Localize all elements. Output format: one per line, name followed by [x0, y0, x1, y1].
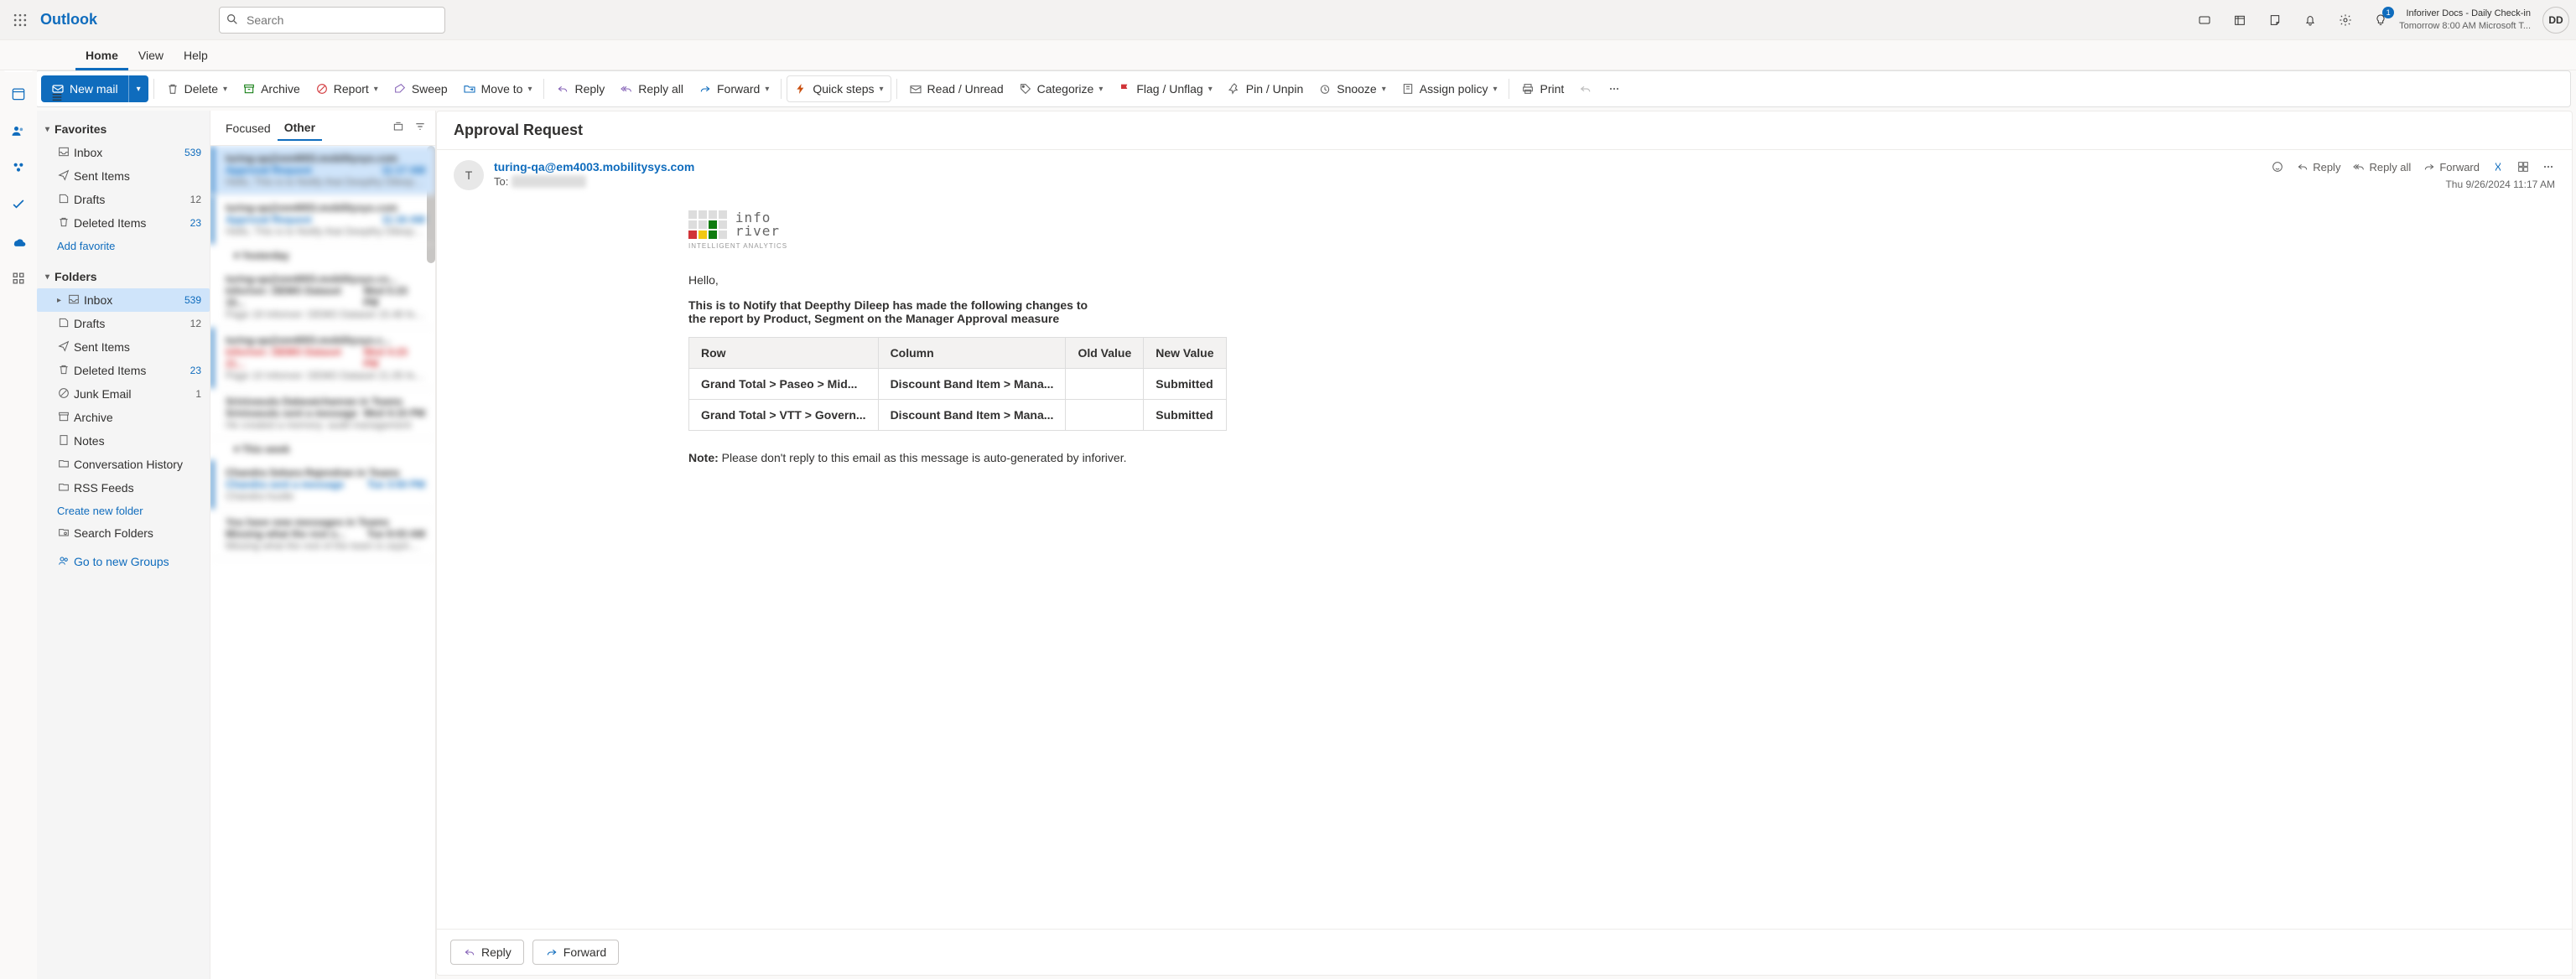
- tab-view[interactable]: View: [128, 40, 174, 70]
- reader-reply-all-button[interactable]: Reply all: [2352, 160, 2411, 174]
- msglist-item[interactable]: Chandra Sekara Rajendran in Teams Chandr…: [210, 460, 435, 510]
- sweep-button[interactable]: Sweep: [387, 75, 454, 102]
- rail-onedrive-icon[interactable]: [3, 226, 34, 256]
- msglist-item[interactable]: turing-qa@em4003.mobilitysys.com Approva…: [210, 195, 435, 245]
- tips-icon[interactable]: 1: [2364, 3, 2397, 37]
- nav-fav-deleted[interactable]: Deleted Items23: [37, 211, 210, 235]
- reader-forward-button[interactable]: Forward: [2423, 160, 2480, 174]
- nav-folder-notes[interactable]: Notes: [37, 429, 210, 453]
- quick-steps-button[interactable]: Quick steps▾: [787, 75, 891, 102]
- msglist-select-icon[interactable]: [392, 120, 405, 136]
- settings-icon[interactable]: [2329, 3, 2362, 37]
- teams-call-icon[interactable]: [2188, 3, 2221, 37]
- search-icon: [226, 13, 239, 28]
- nav-folder-sent[interactable]: Sent Items: [37, 335, 210, 359]
- reader-reply-button[interactable]: Reply: [2296, 160, 2340, 174]
- reader-subject: Approval Request: [437, 111, 2572, 150]
- nav-folder-junk[interactable]: Junk Email1: [37, 382, 210, 406]
- nav-folder-archive[interactable]: Archive: [37, 406, 210, 429]
- archive-button[interactable]: Archive: [236, 75, 307, 102]
- footer-forward-button[interactable]: Forward: [532, 940, 619, 965]
- notifications-icon[interactable]: [2293, 3, 2327, 37]
- move-to-button[interactable]: Move to▾: [456, 75, 539, 102]
- delete-button[interactable]: Delete▾: [159, 75, 235, 102]
- account-avatar[interactable]: DD: [2542, 7, 2569, 34]
- rail-groups-icon[interactable]: [3, 153, 34, 183]
- table-row: Grand Total > VTT > Govern... Discount B…: [689, 400, 1227, 431]
- calendar-day-icon[interactable]: [2223, 3, 2257, 37]
- body-greeting: Hello,: [688, 273, 2555, 287]
- footer-reply-button[interactable]: Reply: [450, 940, 524, 965]
- nav-search-folders[interactable]: Search Folders: [37, 521, 210, 545]
- nav-fav-drafts[interactable]: Drafts12: [37, 188, 210, 211]
- reply-all-button[interactable]: Reply all: [613, 75, 690, 102]
- ribbon-more-icon[interactable]: [1601, 75, 1628, 102]
- msglist-item[interactable]: Srinivasulu Dalavaichanran in Teams Srin…: [210, 389, 435, 438]
- msglist-focused-tab[interactable]: Focused: [219, 117, 278, 140]
- quick-note-icon[interactable]: [2258, 3, 2292, 37]
- body-notify: This is to Notify that Deepthy Dileep ha…: [688, 298, 1099, 325]
- nav-folder-drafts[interactable]: Drafts12: [37, 312, 210, 335]
- reader-body: inforiver INTELLIGENT ANALYTICS Hello, T…: [437, 190, 2572, 929]
- changes-table: Row Column Old Value New Value Grand Tot…: [688, 337, 1227, 431]
- nav-favorites-header[interactable]: ▾Favorites: [37, 117, 210, 141]
- reader-more-icon[interactable]: [2542, 160, 2555, 174]
- table-row: Grand Total > Paseo > Mid... Discount Ba…: [689, 369, 1227, 400]
- inforiver-logo: inforiver INTELLIGENT ANALYTICS: [688, 210, 2555, 250]
- nav-folder-deleted[interactable]: Deleted Items23: [37, 359, 210, 382]
- msglist-group-header[interactable]: ▾ This week: [210, 438, 435, 460]
- react-icon[interactable]: [2271, 160, 2284, 174]
- msglist-item[interactable]: You have new messages in Teams Missing w…: [210, 510, 435, 559]
- nav-create-folder[interactable]: Create new folder: [37, 500, 210, 521]
- undo-button[interactable]: [1572, 75, 1599, 102]
- search-input[interactable]: [219, 7, 445, 34]
- msglist-item[interactable]: turing-qa@em4003.mobilitysys.co... Infor…: [210, 267, 435, 328]
- tab-help[interactable]: Help: [174, 40, 218, 70]
- nav-fav-inbox[interactable]: Inbox539: [37, 141, 210, 164]
- nav-fav-sent[interactable]: Sent Items: [37, 164, 210, 188]
- tips-badge: 1: [2382, 7, 2394, 18]
- nav-folder-rss[interactable]: RSS Feeds: [37, 476, 210, 500]
- nav-groups-link[interactable]: Go to new Groups: [37, 550, 210, 573]
- brand-label: Outlook: [40, 11, 97, 28]
- copilot-icon[interactable]: [2491, 160, 2505, 174]
- msglist-group-header[interactable]: ▾ Yesterday: [210, 245, 435, 267]
- assign-policy-button[interactable]: Assign policy▾: [1394, 75, 1504, 102]
- tab-home[interactable]: Home: [75, 40, 128, 70]
- reply-button[interactable]: Reply: [549, 75, 611, 102]
- rail-more-apps-icon[interactable]: [3, 263, 34, 293]
- apps-icon[interactable]: [2516, 160, 2530, 174]
- app-launcher-icon[interactable]: [7, 7, 34, 34]
- nav-add-favorite[interactable]: Add favorite: [37, 235, 210, 256]
- body-note: Note: Please don't reply to this email a…: [688, 451, 2555, 464]
- nav-folder-conversation-history[interactable]: Conversation History: [37, 453, 210, 476]
- to-line: To: Deepthy Dileep: [494, 175, 2261, 188]
- categorize-button[interactable]: Categorize▾: [1012, 75, 1110, 102]
- read-unread-button[interactable]: Read / Unread: [902, 75, 1010, 102]
- report-button[interactable]: Report▾: [309, 75, 385, 102]
- msglist-other-tab[interactable]: Other: [278, 116, 322, 141]
- sender-avatar[interactable]: T: [454, 160, 484, 190]
- print-button[interactable]: Print: [1514, 75, 1571, 102]
- nav-folder-inbox[interactable]: ▸Inbox539: [37, 288, 210, 312]
- flag-button[interactable]: Flag / Unflag▾: [1111, 75, 1218, 102]
- rail-todo-icon[interactable]: [3, 189, 34, 220]
- hamburger-icon[interactable]: [44, 87, 70, 107]
- next-meeting-chip[interactable]: Inforiver Docs - Daily Check-in Tomorrow…: [2399, 8, 2531, 32]
- reader-date: Thu 9/26/2024 11:17 AM: [2271, 179, 2555, 190]
- msglist-item: turing-qa@em4003.mobilitysys.com Approva…: [210, 146, 435, 195]
- pin-button[interactable]: Pin / Unpin: [1221, 75, 1310, 102]
- sender-email[interactable]: turing-qa@em4003.mobilitysys.com: [494, 160, 2261, 174]
- msglist-filter-icon[interactable]: [413, 120, 427, 136]
- snooze-button[interactable]: Snooze▾: [1311, 75, 1393, 102]
- rail-calendar-icon[interactable]: [3, 79, 34, 109]
- msglist-item[interactable]: turing-qa@em4003.mobilitysys.c... Infori…: [210, 328, 435, 389]
- forward-button[interactable]: Forward▾: [692, 75, 776, 102]
- rail-people-icon[interactable]: [3, 116, 34, 146]
- nav-folders-header[interactable]: ▾Folders: [37, 265, 210, 288]
- new-mail-dropdown[interactable]: ▾: [128, 75, 148, 102]
